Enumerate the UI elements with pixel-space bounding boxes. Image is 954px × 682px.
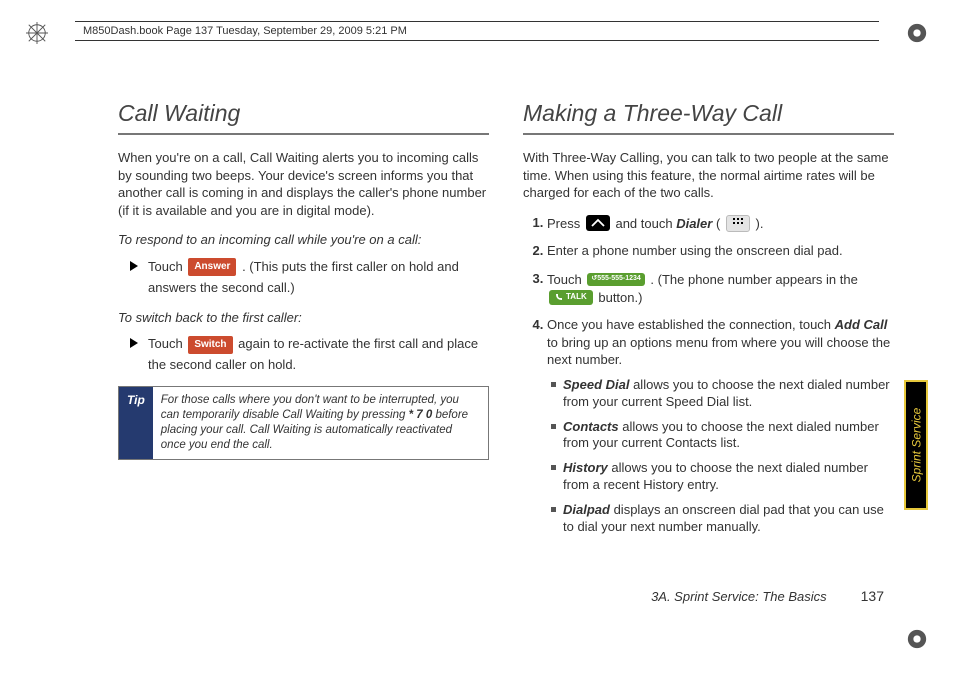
talk-button: TALK (549, 290, 593, 305)
option-history: History allows you to choose the next di… (551, 460, 894, 494)
footer-section: 3A. Sprint Service: The Basics (651, 589, 827, 604)
tip-label: Tip (119, 387, 153, 459)
step-text: Once you have established the connection… (547, 317, 835, 332)
tip-text: For those calls where you don't want to … (153, 387, 488, 459)
triangle-bullet-icon (130, 261, 138, 271)
crop-mark-icon (906, 628, 928, 650)
home-key-icon (586, 215, 610, 231)
option-label: History (563, 460, 608, 475)
side-tab-label: Sprint Service (909, 408, 923, 483)
triangle-bullet-icon (130, 338, 138, 348)
crop-mark-icon (906, 22, 928, 44)
three-way-intro: With Three-Way Calling, you can talk to … (523, 149, 894, 202)
bullet-text: Touch (148, 259, 186, 274)
bullet-text: Touch (148, 336, 186, 351)
section-rule (523, 133, 894, 135)
step-text: button.) (598, 290, 642, 305)
step-text: . (The phone number appears in the (650, 271, 857, 286)
options-list: Speed Dial allows you to choose the next… (551, 377, 894, 536)
step-text: Touch (547, 271, 585, 286)
step-text: ). (756, 215, 764, 230)
option-label: Dialpad (563, 502, 610, 517)
step-1: Press and touch Dialer ( ). (547, 214, 894, 232)
step-text: Press (547, 215, 584, 230)
steps-list: Press and touch Dialer ( ). Enter a phon… (529, 214, 894, 536)
page-footer: 3A. Sprint Service: The Basics 137 (651, 588, 884, 604)
dialer-icon (726, 215, 750, 232)
option-label: Contacts (563, 419, 619, 434)
section-rule (118, 133, 489, 135)
option-contacts: Contacts allows you to choose the next d… (551, 419, 894, 453)
framemaker-header: M850Dash.book Page 137 Tuesday, Septembe… (75, 21, 879, 41)
page-content: Call Waiting When you're on a call, Call… (118, 100, 894, 546)
tip-box: Tip For those calls where you don't want… (118, 386, 489, 460)
step-2: Enter a phone number using the onscreen … (547, 242, 894, 260)
left-column: Call Waiting When you're on a call, Call… (118, 100, 489, 546)
step-4: Once you have established the connection… (547, 316, 894, 536)
option-speed-dial: Speed Dial allows you to choose the next… (551, 377, 894, 411)
tip-code: * 7 0 (409, 409, 433, 421)
bullet-switch: Touch Switch again to re-activate the fi… (130, 334, 489, 376)
dial-number-button: ↺ 555-555-1234 (587, 273, 644, 286)
right-column: Making a Three-Way Call With Three-Way C… (523, 100, 894, 546)
step-3: Touch ↺ 555-555-1234 . (The phone number… (547, 270, 894, 307)
crop-mark-icon (26, 22, 48, 44)
bullet-answer: Touch Answer . (This puts the first call… (130, 257, 489, 299)
talk-label: TALK (566, 292, 587, 303)
sample-number: 555-555-1234 (597, 274, 641, 283)
answer-button: Answer (188, 258, 236, 276)
step-text: ( (716, 215, 724, 230)
subhead-respond: To respond to an incoming call while you… (118, 231, 489, 249)
add-call-label: Add Call (835, 317, 888, 332)
option-text: displays an onscreen dial pad that you c… (563, 502, 884, 534)
section-title-three-way: Making a Three-Way Call (523, 100, 894, 127)
call-waiting-intro: When you're on a call, Call Waiting aler… (118, 149, 489, 219)
footer-page-number: 137 (861, 588, 884, 604)
step-text: to bring up an options menu from where y… (547, 335, 890, 368)
section-title-call-waiting: Call Waiting (118, 100, 489, 127)
option-dialpad: Dialpad displays an onscreen dial pad th… (551, 502, 894, 536)
subhead-switch: To switch back to the first caller: (118, 309, 489, 327)
option-text: allows you to choose the next dialed num… (563, 460, 868, 492)
side-tab: Sprint Service (904, 380, 928, 510)
switch-button: Switch (188, 336, 232, 354)
option-label: Speed Dial (563, 377, 629, 392)
dialer-label: Dialer (676, 215, 712, 230)
step-text: and touch (615, 215, 676, 230)
header-text: M850Dash.book Page 137 Tuesday, Septembe… (83, 25, 407, 37)
